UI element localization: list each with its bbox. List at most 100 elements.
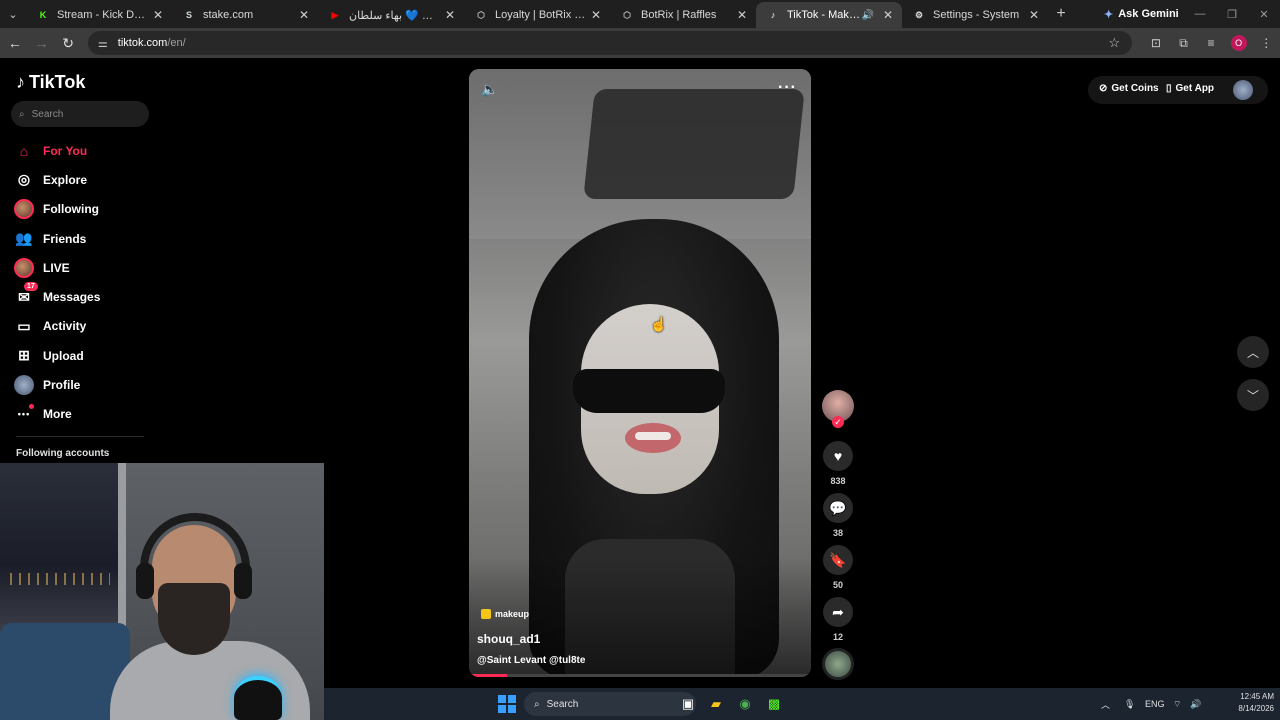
window-controls: — ❐ ✕ — [1184, 8, 1280, 21]
bookmark-icon: 🔖 — [829, 551, 847, 568]
close-tab-icon[interactable]: ✕ — [296, 8, 312, 22]
like-button[interactable]: ♥ — [823, 441, 853, 471]
tray-overflow-icon[interactable]: ︿ — [1101, 688, 1110, 720]
sidebar-item-friends[interactable]: 👥 Friends — [14, 224, 100, 253]
tiktok-note-icon: ♪ — [16, 72, 25, 92]
task-view-icon[interactable]: ▣ — [678, 694, 698, 714]
video-progress-bar[interactable] — [469, 674, 811, 677]
sidebar-item-live[interactable]: LIVE — [14, 253, 100, 282]
tab-audio-icon[interactable]: 🔊 — [862, 10, 874, 21]
mouse-cursor: ☝ — [650, 316, 668, 332]
sidebar-item-explore[interactable]: ◎ Explore — [14, 165, 100, 194]
browser-tab[interactable]: Sstake.com ✕ — [172, 2, 318, 28]
sidebar-item-following[interactable]: Following — [14, 195, 100, 224]
sidebar-item-label: Profile — [43, 378, 81, 393]
minimize-button[interactable]: — — [1184, 8, 1216, 21]
browser-tab[interactable]: ♪ TikTok - Make Your Day🔊 ✕ — [756, 2, 902, 28]
following-accounts-heading: Following accounts — [16, 448, 110, 459]
video-more-icon[interactable]: ··· — [778, 79, 797, 97]
sidebar-item-for-you[interactable]: ⌂ For You — [14, 136, 100, 165]
taskbar-clock[interactable]: 12:45 AM 8/14/2026 — [1204, 691, 1274, 715]
forward-button[interactable]: → — [30, 35, 54, 51]
url-host: tiktok.com — [117, 37, 168, 49]
video-description[interactable]: @Saint Levant @tul8te — [477, 655, 585, 666]
share-button[interactable]: ➦ — [823, 597, 853, 627]
music-disc-icon[interactable] — [822, 648, 854, 680]
ask-gemini-label: Ask Gemini — [1118, 8, 1179, 20]
chevron-up-icon: ︿ — [1246, 345, 1259, 360]
language-indicator[interactable]: ENG — [1145, 688, 1165, 720]
previous-video-button[interactable]: ︿ — [1237, 336, 1269, 368]
close-tab-icon[interactable]: ✕ — [442, 8, 458, 22]
next-video-button[interactable]: ﹀ — [1237, 379, 1269, 411]
tiktok-icon: ♪ — [770, 10, 776, 20]
kick-app-icon[interactable]: ▩ — [764, 694, 784, 714]
follow-plus-icon[interactable]: ✓ — [832, 416, 844, 428]
volume-icon[interactable]: 🔈 — [481, 81, 498, 98]
taskbar-search-icon: ⌕ — [534, 698, 540, 710]
close-tab-icon[interactable]: ✕ — [150, 8, 166, 22]
sidebar-item-upload[interactable]: ⊞ Upload — [14, 341, 100, 370]
close-tab-icon[interactable]: ✕ — [588, 8, 604, 22]
url-path: /en/ — [167, 37, 186, 49]
tab-title: BotRix | Raffles — [641, 9, 717, 21]
share-arrow-icon: ➦ — [832, 603, 844, 620]
close-tab-icon[interactable]: ✕ — [734, 8, 750, 22]
chrome-icon[interactable]: ◉ — [735, 694, 755, 714]
windows-start-button[interactable] — [498, 695, 516, 713]
video-player[interactable]: 🔈 ··· makeup shouq_ad1 @Saint Levant @tu… — [469, 69, 811, 677]
headset-earcup-right — [234, 563, 252, 599]
close-window-button[interactable]: ✕ — [1248, 8, 1280, 21]
extensions-puzzle-icon[interactable]: ⧉ — [1170, 36, 1198, 51]
browser-tab[interactable]: ▶ بهاء سلطان 💙 ‎🎚 ‎تكلم نفسي✕ — [318, 2, 464, 28]
browser-tab[interactable]: K Stream - Kick Dashboard✕ — [26, 2, 172, 28]
reload-button[interactable]: ↻ — [56, 35, 80, 52]
tab-title: stake.com — [203, 9, 254, 21]
ask-gemini-button[interactable]: ✦ Ask Gemini — [1104, 8, 1179, 21]
tiktok-logo[interactable]: ♪ TikTok — [16, 72, 85, 93]
browser-tab[interactable]: ⬡ BotRix | Raffles ✕ — [610, 2, 756, 28]
save-button[interactable]: 🔖 — [823, 545, 853, 575]
video-author[interactable]: shouq_ad1 — [477, 632, 540, 646]
search-input[interactable]: ⌕ Search — [11, 101, 149, 127]
sidebar-item-profile[interactable]: Profile — [14, 370, 100, 399]
new-tab-button[interactable]: + — [1048, 5, 1074, 23]
chrome-menu-icon[interactable]: ⋮ — [1252, 36, 1280, 50]
close-tab-icon[interactable]: ✕ — [880, 8, 896, 22]
search-icon: ⌕ — [19, 108, 25, 120]
sidebar-item-messages[interactable]: ✉ 17 Messages — [14, 282, 100, 311]
heart-icon: ♥ — [833, 448, 843, 464]
comment-button[interactable]: 💬 — [823, 493, 853, 523]
sidebar-item-activity[interactable]: ▭ Activity — [14, 312, 100, 341]
video-tag[interactable]: makeup — [481, 609, 529, 619]
site-info-icon[interactable]: ⚌ — [98, 37, 108, 50]
stake-icon: S — [185, 10, 192, 20]
phone-icon: ▯ — [1166, 83, 1172, 94]
taskbar-search[interactable]: ⌕ Search — [524, 692, 696, 716]
tab-title: بهاء سلطان 💙 ‎🎚 ‎تكلم نفسي — [349, 9, 442, 22]
sidebar-item-more[interactable]: ••• More — [14, 400, 100, 429]
address-bar[interactable]: ⚌ tiktok.com/en/ ☆ — [87, 31, 1133, 55]
profile-initial: O — [1230, 35, 1247, 51]
close-tab-icon[interactable]: ✕ — [1026, 8, 1042, 22]
network-icon[interactable]: ⌔ — [1173, 688, 1181, 720]
get-coins-button[interactable]: ⊘ Get Coins — [1099, 83, 1159, 94]
media-controls-icon[interactable]: ≡ — [1197, 36, 1225, 50]
microphone-icon[interactable]: 🎙 — [1124, 688, 1135, 720]
maximize-button[interactable]: ❐ — [1216, 8, 1248, 21]
bookmark-star-icon[interactable]: ☆ — [1108, 35, 1120, 51]
back-button[interactable]: ← — [3, 35, 27, 51]
browser-tab[interactable]: ⚙ Settings - System ✕ — [902, 2, 1048, 28]
get-app-button[interactable]: ▯ Get App — [1166, 83, 1214, 94]
browser-toolbar: ← → ↻ ⚌ tiktok.com/en/ ☆ ⊡ ⧉ ≡ O ⋮ — [0, 28, 1280, 58]
tab-search-icon[interactable]: ⌄ — [0, 0, 26, 28]
volume-tray-icon[interactable]: 🔊 — [1190, 688, 1201, 720]
extension-icon[interactable]: ⊡ — [1142, 36, 1170, 50]
browser-tab[interactable]: ⬡ Loyalty | BotRix — Cloud St✕ — [464, 2, 610, 28]
get-coins-label: Get Coins — [1111, 83, 1159, 94]
botrix-icon: ⬡ — [477, 9, 485, 20]
file-explorer-icon[interactable]: ▰ — [706, 694, 726, 714]
taskbar-search-label: Search — [546, 698, 579, 710]
user-avatar[interactable] — [1233, 80, 1253, 100]
profile-button[interactable]: O — [1225, 35, 1253, 51]
